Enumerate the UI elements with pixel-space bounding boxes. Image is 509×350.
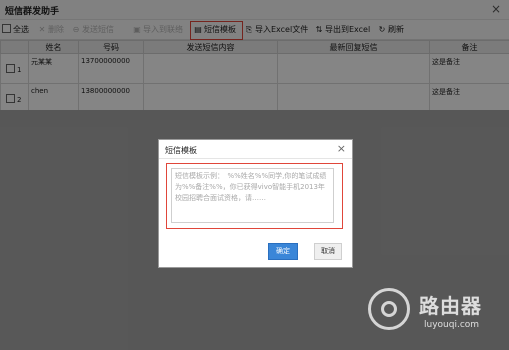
dialog-title: 短信模板 bbox=[165, 146, 197, 155]
template-textarea[interactable]: 短信模板示例： %%姓名%%同学,你的笔试成绩为%%备注%%，你已获得vivo智… bbox=[171, 168, 334, 223]
ok-button[interactable]: 确定 bbox=[268, 243, 298, 260]
cancel-button[interactable]: 取消 bbox=[314, 243, 342, 260]
watermark-url: luyouqi.com bbox=[424, 320, 480, 330]
dialog-close-icon[interactable]: × bbox=[337, 142, 346, 155]
watermark-name: 路由器 bbox=[419, 294, 482, 318]
watermark-logo-inner bbox=[381, 301, 397, 317]
watermark-logo-icon bbox=[368, 288, 410, 330]
dialog-divider bbox=[159, 158, 352, 159]
